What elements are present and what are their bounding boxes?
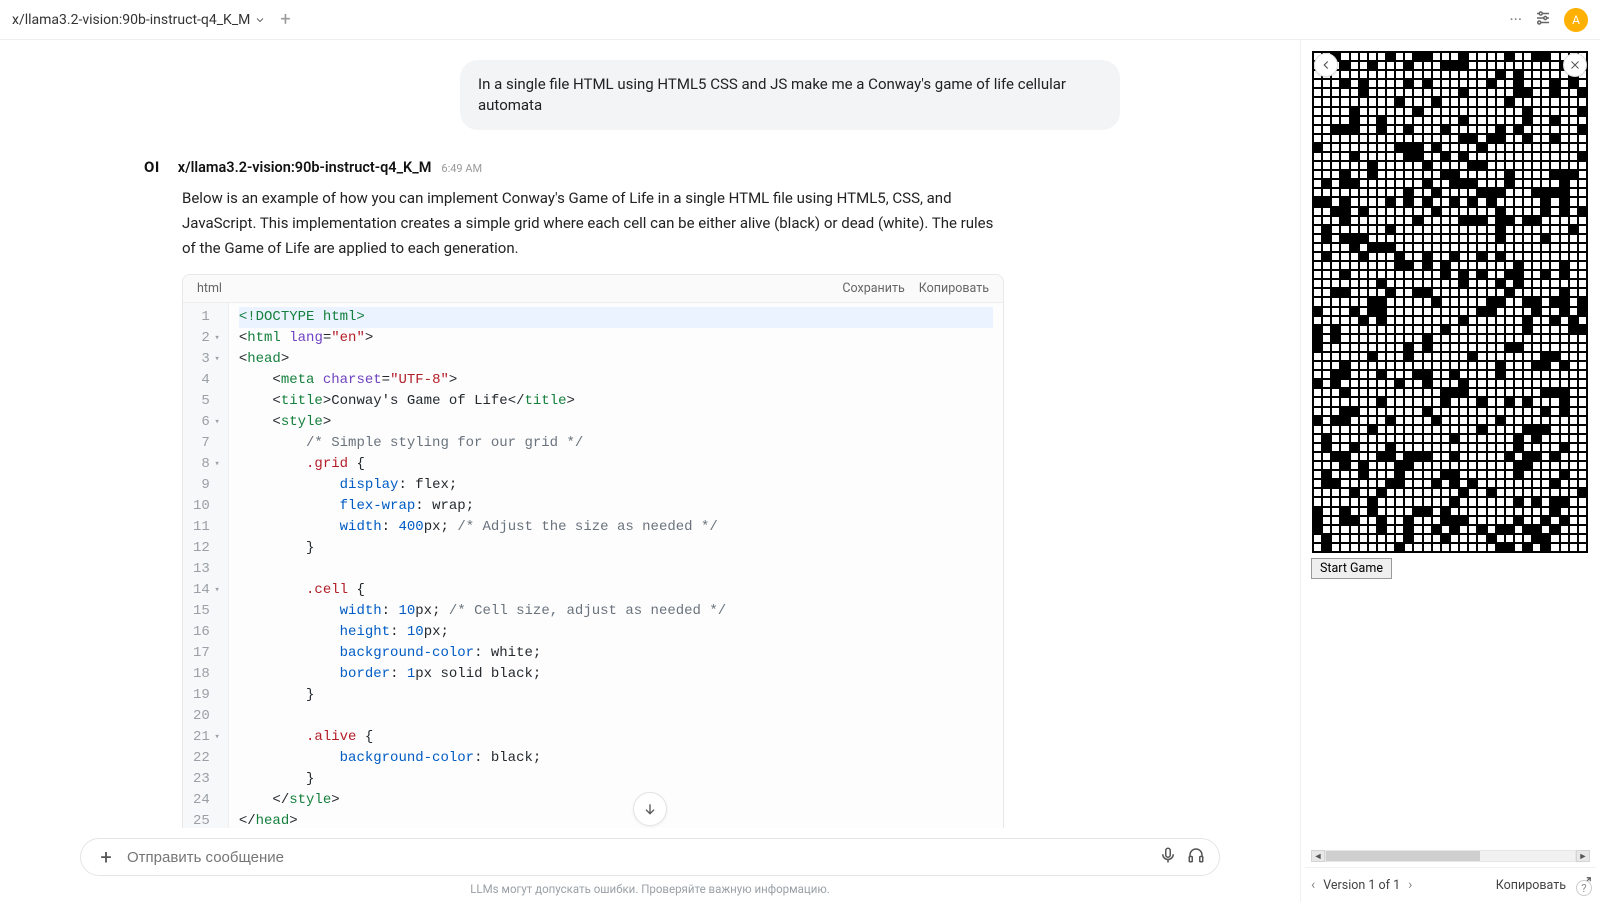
preview-back-button[interactable] xyxy=(1314,53,1338,77)
chat-column: In a single file HTML using HTML5 CSS an… xyxy=(0,40,1300,902)
scroll-left-arrow[interactable]: ◄ xyxy=(1311,850,1325,862)
assistant-message: OI x/llama3.2-vision:90b-instruct-q4_K_M… xyxy=(144,158,1004,828)
settings-icon[interactable] xyxy=(1534,9,1552,31)
scroll-right-arrow[interactable]: ► xyxy=(1576,850,1590,862)
preview-hscrollbar[interactable]: ◄ ► xyxy=(1311,849,1590,863)
model-name: x/llama3.2-vision:90b-instruct-q4_K_M xyxy=(12,12,250,28)
user-message: In a single file HTML using HTML5 CSS an… xyxy=(460,60,1120,130)
microphone-icon[interactable] xyxy=(1159,846,1177,869)
headphones-icon[interactable] xyxy=(1187,846,1205,869)
code-language-label: html xyxy=(197,281,222,296)
version-next-button[interactable]: › xyxy=(1406,877,1414,893)
version-label: Version 1 of 1 xyxy=(1323,878,1400,893)
preview-copy-button[interactable]: Копировать xyxy=(1496,878,1566,893)
scroll-to-bottom-button[interactable] xyxy=(633,792,667,826)
attach-button[interactable]: + xyxy=(95,845,117,869)
version-prev-button[interactable]: ‹ xyxy=(1309,877,1317,893)
assistant-model-name: x/llama3.2-vision:90b-instruct-q4_K_M xyxy=(178,159,432,176)
disclaimer-text: LLMs могут допускать ошибки. Проверяйте … xyxy=(0,878,1300,902)
message-input-box: + xyxy=(80,838,1220,876)
start-game-button[interactable]: Start Game xyxy=(1311,558,1392,579)
close-icon xyxy=(1569,59,1581,71)
topbar: x/llama3.2-vision:90b-instruct-q4_K_M + … xyxy=(0,0,1600,40)
preview-close-button[interactable] xyxy=(1563,53,1587,77)
arrow-down-icon xyxy=(642,801,658,817)
help-button[interactable]: ? xyxy=(1576,880,1592,896)
chevron-down-icon xyxy=(254,14,266,26)
game-of-life-grid xyxy=(1312,51,1588,553)
code-gutter: 12▾3▾456▾78▾91011121314▾15161718192021▾2… xyxy=(183,303,229,828)
preview-panel: Start Game ◄ ► ‹ Version 1 of 1 › Копиро… xyxy=(1300,40,1600,902)
message-input[interactable] xyxy=(127,849,1149,866)
code-save-button[interactable]: Сохранить xyxy=(842,281,904,296)
message-timestamp: 6:49 AM xyxy=(441,162,482,175)
code-block: html Сохранить Копировать 12▾3▾456▾78▾91… xyxy=(182,274,1004,828)
code-copy-button[interactable]: Копировать xyxy=(919,281,989,296)
model-selector[interactable]: x/llama3.2-vision:90b-instruct-q4_K_M xyxy=(12,12,266,28)
assistant-text: Below is an example of how you can imple… xyxy=(182,186,1004,260)
arrow-left-icon xyxy=(1319,58,1333,72)
more-menu-button[interactable]: ··· xyxy=(1509,10,1522,29)
code-content[interactable]: <!DOCTYPE html><html lang="en"><head> <m… xyxy=(229,303,1003,828)
new-tab-button[interactable]: + xyxy=(274,9,296,30)
assistant-badge: OI xyxy=(144,158,160,176)
avatar[interactable]: A xyxy=(1564,8,1588,32)
